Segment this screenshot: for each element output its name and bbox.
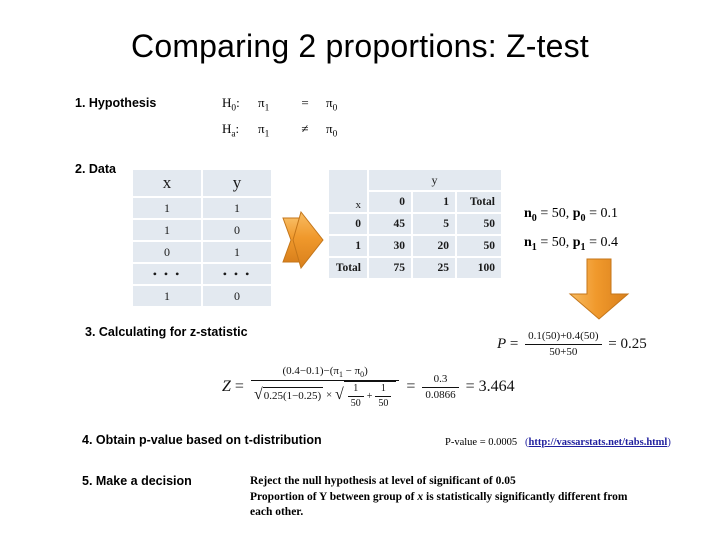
column-header-x: x: [133, 170, 201, 196]
group-stats-block: n0 = 50, p0 = 0.1 n1 = 50, p1 = 0.4: [524, 202, 618, 260]
p-equals: =: [509, 335, 519, 352]
null-hypothesis-rhs: π0: [326, 95, 338, 114]
raw-data-table: x y 1 1 1 0 0 1 • • • • • • 1 0: [131, 168, 273, 308]
z-fraction: (0.4−0.1)−(π1 − π0) √0.25(1−0.25) × √ 1 …: [250, 365, 400, 410]
contingency-table: x y 0 1 Total 0 45 5 50 1 30 20 50 Total…: [327, 168, 503, 280]
table-row: 0 1: [133, 242, 271, 262]
decision-line-3: each other.: [250, 506, 304, 518]
cell-grand-total: 100: [457, 258, 501, 278]
alt-hypothesis-row: Ha: π1 ≠ π0: [222, 119, 337, 145]
z-ratio-denominator: 0.0866: [425, 388, 456, 401]
step-2-label: 2. Data: [75, 162, 116, 176]
alt-hypothesis-lhs: π1: [258, 120, 270, 140]
z-sqrt-variance: √0.25(1−0.25): [253, 385, 324, 403]
step-1-label: 1. Hypothesis: [75, 96, 157, 110]
null-hypothesis-row: H0: π1 = π0: [222, 93, 337, 119]
cell-y: 1: [203, 198, 271, 218]
p-denominator: 50+50: [549, 345, 578, 358]
null-hypothesis-name: H0:: [222, 95, 240, 114]
z-symbol: Z: [222, 377, 231, 395]
p-symbol: P: [497, 335, 507, 352]
arrow-down-icon: [566, 256, 632, 322]
decision-line-2: Proportion of Y between group of x is st…: [250, 490, 628, 503]
cell-x: 1: [133, 286, 201, 306]
table-row: 1 1: [133, 198, 271, 218]
null-hypothesis-lhs: π1: [258, 95, 270, 114]
cell-y: 0: [203, 286, 271, 306]
table-row: • • • • • •: [133, 264, 271, 284]
step-3-label: 3. Calculating for z-statistic: [85, 325, 248, 339]
table-row: 1 0: [133, 286, 271, 306]
z-equals-3: =: [465, 377, 475, 395]
cell-x: 1: [133, 198, 201, 218]
cell-0-total: 50: [457, 214, 501, 234]
cell-1-0: 30: [369, 236, 411, 256]
hypothesis-block: H0: π1 = π0 Ha: π1 ≠ π0: [222, 93, 337, 144]
alt-hypothesis-operator: ≠: [301, 120, 309, 136]
cell-total-0: 75: [369, 258, 411, 278]
row-header-1: 1: [329, 236, 367, 256]
pooled-proportion-formula: P = 0.1(50)+0.4(50) 50+50 = 0.25: [497, 330, 647, 359]
table-row: 0 45 5 50: [329, 214, 501, 234]
p-value-line: P-value = 0.0005 (http://vassarstats.net…: [445, 437, 671, 448]
z-times: ×: [325, 388, 333, 401]
cell-y: 0: [203, 220, 271, 240]
p-numerator: 0.1(50)+0.4(50): [525, 330, 602, 345]
cell-x-ellipsis: • • •: [133, 264, 201, 284]
cell-0-1: 5: [413, 214, 455, 234]
column-header-y: y: [203, 170, 271, 196]
z-frac-n1: 1 50: [375, 383, 392, 410]
table-row: 1 0: [133, 220, 271, 240]
cell-1-1: 20: [413, 236, 455, 256]
z-statistic-formula: Z = (0.4−0.1)−(π1 − π0) √0.25(1−0.25) × …: [222, 365, 515, 410]
table-header-row-top: x y: [329, 170, 501, 212]
z-frac-n0: 1 50: [347, 383, 364, 410]
alt-hypothesis-name: Ha:: [222, 120, 240, 140]
cell-x: 0: [133, 242, 201, 262]
z-denominator: √0.25(1−0.25) × √ 1 50 + 1 50: [251, 381, 399, 410]
link-paren-close: ): [667, 437, 671, 448]
cell-y-ellipsis: • • •: [203, 264, 271, 284]
decision-text: Reject the null hypothesis at level of s…: [250, 474, 710, 521]
row-variable-label: x: [329, 170, 367, 212]
column-header-total: Total: [457, 192, 501, 212]
z-ratio-fraction: 0.3 0.0866: [422, 373, 459, 402]
z-numerator: (0.4−0.1)−(π1 − π0): [250, 365, 400, 382]
alt-hypothesis-rhs: π0: [326, 120, 338, 140]
row-header-0: 0: [329, 214, 367, 234]
table-header-row: x y: [133, 170, 271, 196]
step-5-label: 5. Make a decision: [82, 474, 192, 488]
z-ratio-numerator: 0.3: [422, 373, 459, 388]
z-equals-2: =: [406, 377, 416, 395]
p-fraction: 0.1(50)+0.4(50) 50+50: [525, 330, 602, 359]
p-value-text: P-value = 0.0005: [445, 437, 518, 448]
cell-total-1: 25: [413, 258, 455, 278]
column-header-0: 0: [369, 192, 411, 212]
p-result: 0.25: [620, 335, 647, 352]
cell-y: 1: [203, 242, 271, 262]
z-result: 3.464: [478, 377, 515, 395]
cell-0-0: 45: [369, 214, 411, 234]
vassarstats-link[interactable]: http://vassarstats.net/tabs.html: [529, 437, 668, 448]
step-4-label: 4. Obtain p-value based on t-distributio…: [82, 433, 322, 447]
group-0-stats: n0 = 50, p0 = 0.1: [524, 206, 618, 224]
decision-line-1: Reject the null hypothesis at level of s…: [250, 475, 516, 487]
z-sqrt-n: √ 1 50 + 1 50: [335, 381, 397, 410]
arrow-right-icon: [281, 206, 325, 274]
null-hypothesis-operator: =: [301, 95, 309, 110]
page-title: Comparing 2 proportions: Z-test: [131, 28, 589, 64]
table-row: 1 30 20 50: [329, 236, 501, 256]
table-row-total: Total 75 25 100: [329, 258, 501, 278]
p-equals-2: =: [608, 335, 617, 352]
column-header-1: 1: [413, 192, 455, 212]
z-equals: =: [234, 377, 244, 395]
column-variable-label: y: [369, 170, 501, 190]
cell-1-total: 50: [457, 236, 501, 256]
row-header-total: Total: [329, 258, 367, 278]
slide-canvas: Comparing 2 proportions: Z-test 1. Hypot…: [0, 0, 720, 540]
cell-x: 1: [133, 220, 201, 240]
